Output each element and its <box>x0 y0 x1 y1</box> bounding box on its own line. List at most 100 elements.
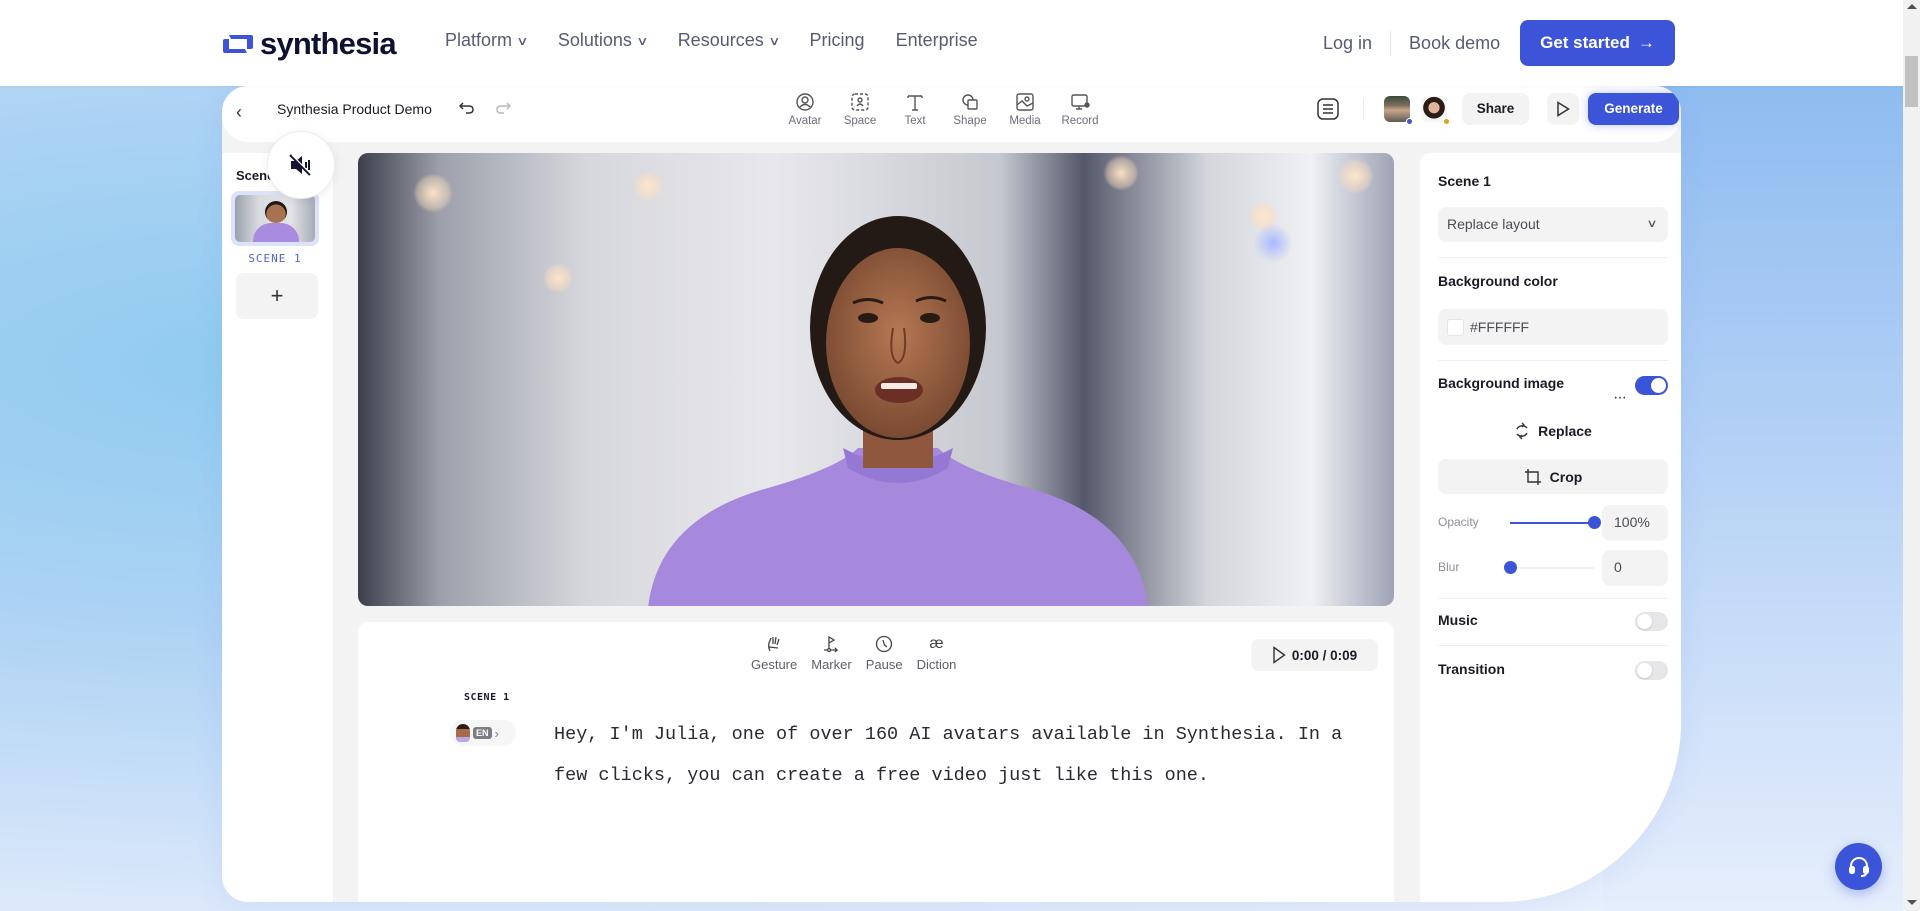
nav-solutions-label: Solutions <box>557 30 632 50</box>
site-header: synthesia Platform ∨ Solutions ∨ Resourc… <box>0 0 1903 86</box>
background-light <box>413 173 453 213</box>
nav-enterprise[interactable]: Enterprise <box>896 30 978 51</box>
color-swatch[interactable] <box>1447 318 1464 336</box>
logo-mark-icon <box>222 32 254 56</box>
blur-slider[interactable] <box>1504 561 1594 574</box>
script-doc-icon[interactable] <box>1315 96 1341 122</box>
scene-properties-title: Scene 1 <box>1438 173 1491 189</box>
synthesia-logo[interactable]: synthesia <box>222 26 397 62</box>
avatar-icon <box>796 93 814 111</box>
script-toolbar: Gesture Marker Pause æ Diction <box>751 634 956 672</box>
tool-avatar[interactable]: Avatar <box>786 92 824 127</box>
tool-media[interactable]: Media <box>1006 92 1044 127</box>
toggle-knob <box>1637 663 1652 678</box>
opacity-slider-fill <box>1510 522 1594 524</box>
playback-timer[interactable]: 0:00 / 0:09 <box>1251 639 1378 671</box>
get-started-label: Get started <box>1540 33 1630 52</box>
page-scrollbar[interactable] <box>1903 0 1920 911</box>
nav-solutions[interactable]: Solutions ∨ <box>557 30 649 51</box>
share-button[interactable]: Share <box>1462 93 1529 125</box>
replace-image-button[interactable]: Replace <box>1438 415 1668 447</box>
tool-gesture[interactable]: Gesture <box>751 634 797 672</box>
redo-icon[interactable] <box>494 99 512 122</box>
scroll-down-arrow-icon[interactable] <box>1907 900 1917 905</box>
book-demo-link[interactable]: Book demo <box>1391 33 1520 54</box>
tool-diction[interactable]: æ Diction <box>917 634 957 672</box>
replace-label: Replace <box>1538 423 1592 439</box>
editor-toolbar: Avatar Space Text Shape Media Record <box>786 92 1099 127</box>
tool-shape[interactable]: Shape <box>951 92 989 127</box>
nav-platform[interactable]: Platform ∨ <box>445 30 529 51</box>
script-textarea[interactable]: Hey, I'm Julia, one of over 160 AI avata… <box>554 714 1354 796</box>
tool-pause[interactable]: Pause <box>866 634 903 672</box>
collaborator-avatar-2[interactable] <box>1421 96 1450 125</box>
voice-language-selector[interactable]: EN › <box>450 720 516 746</box>
generate-button[interactable]: Generate <box>1588 93 1679 125</box>
away-status-dot <box>1443 118 1450 125</box>
collaborator-avatar-1[interactable] <box>1384 96 1413 125</box>
project-title: Synthesia Product Demo <box>277 101 432 117</box>
scrollbar-thumb[interactable] <box>1905 56 1918 107</box>
music-toggle[interactable] <box>1635 612 1668 631</box>
opacity-slider[interactable] <box>1510 516 1601 529</box>
more-options-icon[interactable]: ··· <box>1613 389 1627 407</box>
marker-icon <box>822 634 840 654</box>
background-image-toggle[interactable] <box>1635 376 1668 395</box>
opacity-control: Opacity 100% <box>1438 505 1668 541</box>
nav-pricing[interactable]: Pricing <box>810 30 865 51</box>
background-image-label: Background image <box>1438 375 1565 391</box>
editor-demo: ‹ Synthesia Product Demo Avatar Space Te… <box>222 86 1681 902</box>
chevron-down-icon: ∨ <box>516 33 529 48</box>
tool-space-label: Space <box>843 115 877 127</box>
section-divider <box>1438 257 1668 258</box>
back-chevron-icon[interactable]: ‹ <box>236 102 242 123</box>
opacity-input[interactable]: 100% <box>1602 505 1668 541</box>
blur-slider-thumb[interactable] <box>1504 561 1517 574</box>
nav-resources-label: Resources <box>677 30 764 50</box>
crop-button[interactable]: Crop <box>1438 459 1668 494</box>
opacity-slider-thumb[interactable] <box>1588 516 1601 529</box>
blur-control: Blur 0 <box>1438 550 1668 586</box>
unmute-button[interactable] <box>267 131 335 199</box>
tool-shape-label: Shape <box>953 115 987 127</box>
scroll-up-arrow-icon[interactable] <box>1907 4 1917 9</box>
media-icon <box>1016 93 1034 111</box>
section-divider <box>1438 360 1668 361</box>
nav-platform-label: Platform <box>445 30 513 50</box>
nav-resources[interactable]: Resources ∨ <box>677 30 781 51</box>
layout-select-value: Replace layout <box>1447 216 1540 232</box>
avatar-presenter <box>648 216 1148 606</box>
login-link[interactable]: Log in <box>1323 31 1392 55</box>
support-chat-button[interactable] <box>1835 843 1882 890</box>
section-divider <box>1438 645 1668 646</box>
plus-icon: + <box>270 283 284 308</box>
ae-ligature-icon: æ <box>929 635 944 652</box>
background-color-input[interactable]: #FFFFFF <box>1438 309 1668 345</box>
header-divider <box>1363 99 1364 119</box>
tool-record[interactable]: Record <box>1061 92 1099 127</box>
blur-input[interactable]: 0 <box>1602 550 1668 586</box>
toggle-knob <box>1637 614 1652 629</box>
section-divider <box>1438 598 1668 599</box>
tool-text-label: Text <box>904 115 926 127</box>
tool-space[interactable]: Space <box>841 92 879 127</box>
headset-icon <box>1848 856 1869 877</box>
transition-toggle[interactable] <box>1635 661 1668 680</box>
scene-thumbnail[interactable] <box>231 191 319 246</box>
gesture-icon <box>765 634 783 654</box>
undo-icon[interactable] <box>458 99 476 122</box>
scenes-sidebar: Scenes SCENE 1 + <box>222 153 333 902</box>
get-started-button[interactable]: Get started → <box>1520 20 1675 66</box>
chevron-right-icon: › <box>494 725 499 741</box>
layout-select[interactable]: Replace layout ∨ <box>1438 207 1668 242</box>
text-icon <box>907 95 923 111</box>
video-canvas[interactable] <box>358 153 1394 606</box>
preview-play-button[interactable] <box>1547 93 1579 125</box>
tool-marker[interactable]: Marker <box>811 634 852 672</box>
tool-text[interactable]: Text <box>896 92 934 127</box>
play-icon <box>1557 101 1570 117</box>
add-scene-button[interactable]: + <box>236 273 318 319</box>
chevron-down-icon: ∨ <box>1646 218 1658 230</box>
refresh-icon <box>1516 422 1528 440</box>
tool-marker-label: Marker <box>811 657 852 672</box>
